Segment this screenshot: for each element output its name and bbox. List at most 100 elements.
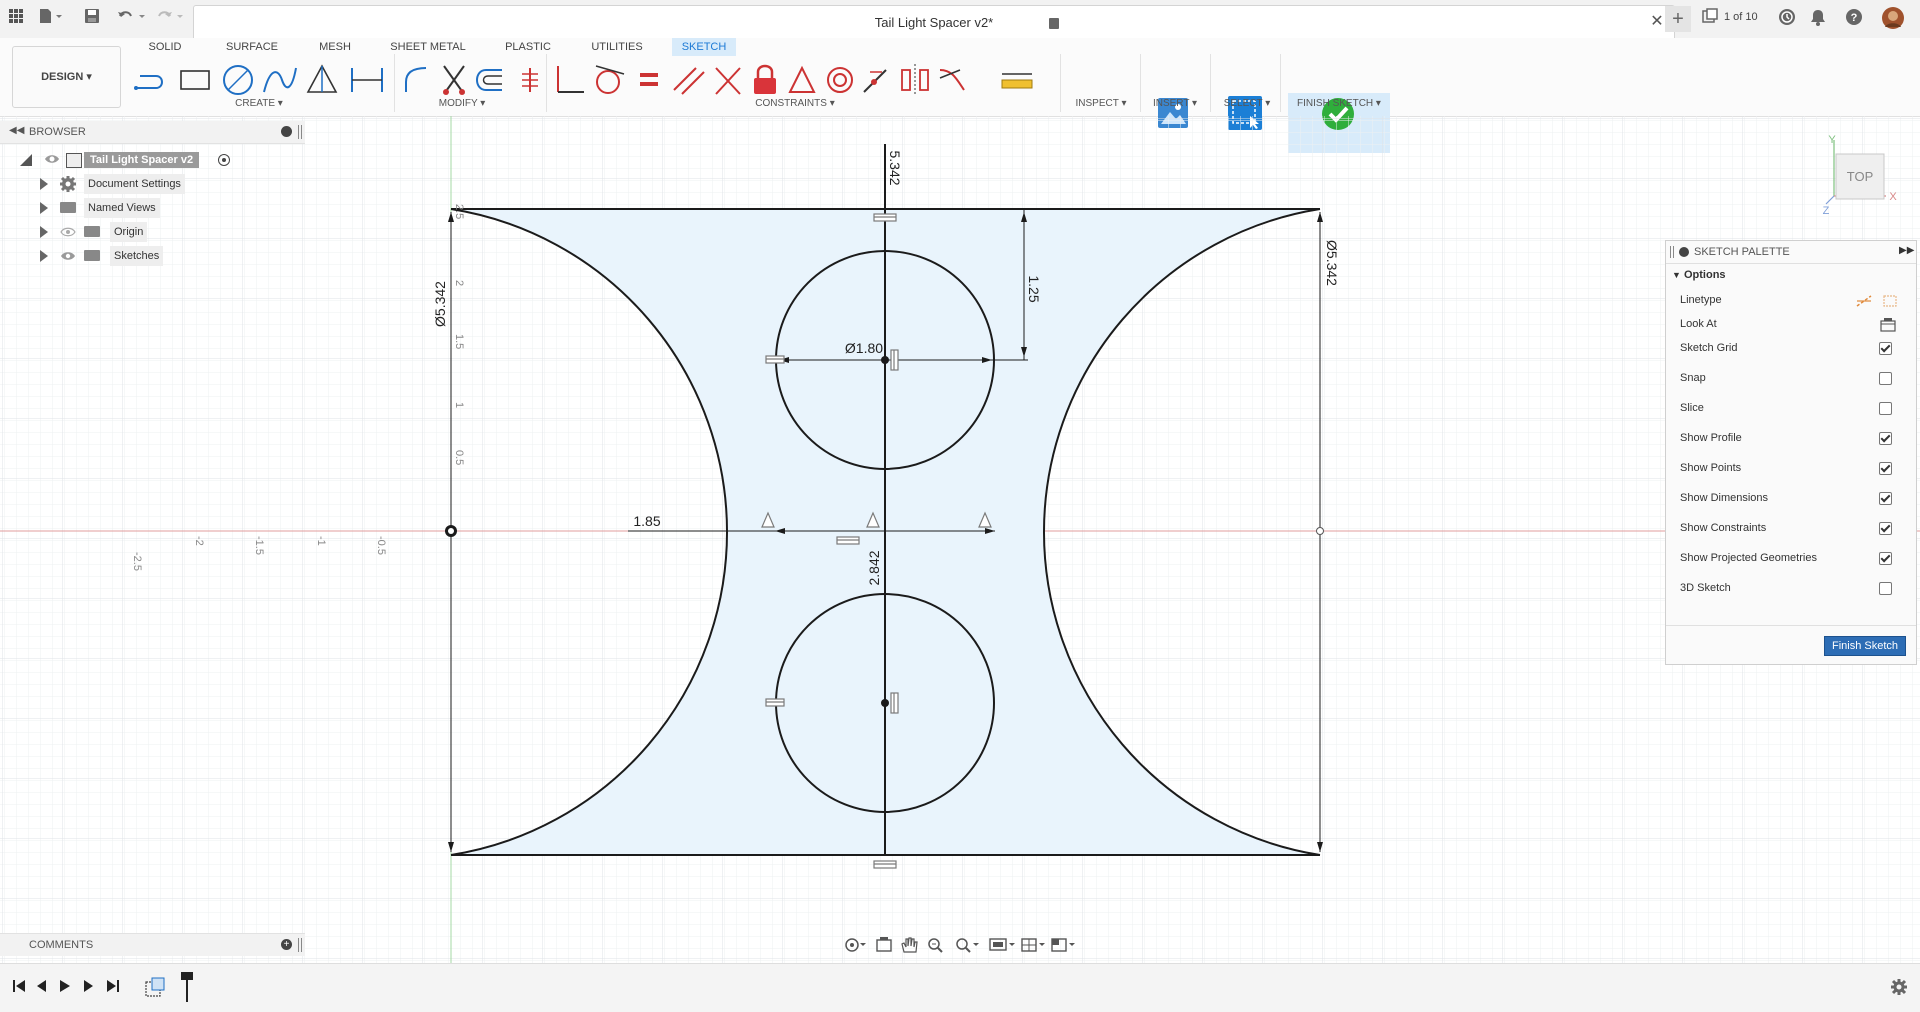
grid-settings-icon[interactable] <box>1021 938 1045 952</box>
orbit-icon[interactable] <box>845 938 866 952</box>
visibility-eye-icon[interactable] <box>44 151 60 174</box>
snap-checkbox[interactable] <box>1879 372 1892 385</box>
browser-item-named-views[interactable]: Named Views <box>36 198 246 218</box>
new-tab-icon[interactable]: + <box>1665 6 1691 32</box>
browser-minimize-icon[interactable] <box>281 126 292 137</box>
tab-surface[interactable]: SURFACE <box>222 38 282 56</box>
step-back-icon[interactable] <box>34 979 48 996</box>
show-dimensions-checkbox[interactable] <box>1879 492 1892 505</box>
palette-row-show-profile[interactable]: Show Profile <box>1680 426 1902 450</box>
version-counter[interactable]: 1 of 10 <box>1724 11 1758 23</box>
palette-row-sketch-grid[interactable]: Sketch Grid <box>1680 336 1902 360</box>
look-at-nav-icon[interactable] <box>876 937 892 952</box>
midpoint-icon[interactable] <box>715 67 741 95</box>
browser-item-sketches[interactable]: Sketches <box>36 246 246 266</box>
tab-utilities[interactable]: UTILITIES <box>588 38 646 56</box>
spline-icon[interactable] <box>263 67 297 93</box>
palette-row-show-dimensions[interactable]: Show Dimensions <box>1680 486 1902 510</box>
add-comment-icon[interactable]: + <box>281 939 292 950</box>
expand-root-icon[interactable] <box>20 154 32 166</box>
hidden-eye-icon[interactable] <box>60 225 76 246</box>
undo-icon[interactable] <box>117 8 147 30</box>
play-icon[interactable] <box>58 979 72 996</box>
symmetry-icon[interactable] <box>901 64 929 96</box>
dim-top[interactable]: 5.342 <box>887 150 903 185</box>
viewcube-face[interactable]: TOP <box>1847 169 1874 184</box>
timeline-marker[interactable] <box>181 972 193 1002</box>
coincident-icon[interactable] <box>522 68 538 92</box>
fix-lock-icon[interactable] <box>754 64 776 94</box>
tangent-icon[interactable] <box>595 65 625 94</box>
sketch-grid-checkbox[interactable] <box>1879 342 1892 355</box>
activate-radio-icon[interactable] <box>218 154 230 166</box>
options-section-header[interactable]: ▼ Options <box>1672 269 1726 281</box>
tab-sketch[interactable]: SKETCH <box>672 38 736 56</box>
3d-sketch-checkbox[interactable] <box>1879 582 1892 595</box>
collapse-browser-icon[interactable]: ◀◀ <box>9 125 24 136</box>
expand-triangle-icon[interactable] <box>40 226 48 238</box>
equal-icon[interactable] <box>640 73 658 86</box>
dim-arc-left[interactable]: Ø5.342 <box>432 281 448 327</box>
expand-triangle-icon[interactable] <box>40 250 48 262</box>
notifications-icon[interactable] <box>1810 8 1826 32</box>
comments-grip-icon[interactable] <box>298 938 302 952</box>
tab-sheet-metal[interactable]: SHEET METAL <box>388 38 468 56</box>
viewports-icon[interactable] <box>1051 938 1075 952</box>
concentric-icon[interactable] <box>827 67 853 93</box>
palette-row-snap[interactable]: Snap <box>1680 366 1902 390</box>
palette-grip-icon[interactable] <box>1670 246 1674 258</box>
zoom-icon[interactable] <box>928 938 943 953</box>
finish-sketch-menu[interactable]: FINISH SKETCH ▾ <box>1288 98 1390 109</box>
go-to-start-icon[interactable] <box>12 979 26 996</box>
palette-row-show-points[interactable]: Show Points <box>1680 456 1902 480</box>
palette-minimize-icon[interactable] <box>1679 247 1689 257</box>
help-icon[interactable]: ? <box>1845 8 1863 32</box>
palette-expand-icon[interactable]: ▶▶ <box>1899 245 1914 256</box>
polygon-icon[interactable] <box>306 64 338 93</box>
expand-triangle-icon[interactable] <box>40 178 48 190</box>
dimension-icon[interactable] <box>351 68 383 92</box>
offset-icon[interactable] <box>476 69 502 91</box>
document-tab[interactable]: Tail Light Spacer v2* ✕ <box>193 5 1675 39</box>
slice-checkbox[interactable] <box>1879 402 1892 415</box>
modify-menu[interactable]: MODIFY ▾ <box>427 98 497 109</box>
browser-item-document-settings[interactable]: Document Settings <box>36 174 246 194</box>
triangle-icon[interactable] <box>788 65 816 93</box>
rectangle-icon[interactable] <box>180 70 210 90</box>
dim-offset[interactable]: 1.25 <box>1026 275 1042 302</box>
palette-row-slice[interactable]: Slice <box>1680 396 1902 420</box>
app-grid-icon[interactable] <box>8 8 24 30</box>
dim-arc-right[interactable]: Ø5.342 <box>1324 240 1340 286</box>
version-icon[interactable] <box>1702 8 1718 30</box>
zoom-window-icon[interactable] <box>956 938 979 953</box>
show-projected-geometries-checkbox[interactable] <box>1879 552 1892 565</box>
collinear-icon[interactable] <box>863 69 887 93</box>
finish-sketch-button[interactable]: Finish Sketch <box>1824 636 1906 656</box>
arc-center-point[interactable] <box>1316 527 1324 535</box>
constraints-menu[interactable]: CONSTRAINTS ▾ <box>745 98 845 109</box>
inspect-menu[interactable]: INSPECT ▾ <box>1066 98 1136 109</box>
perpendicular-icon[interactable] <box>557 66 584 93</box>
palette-row-show-constraints[interactable]: Show Constraints <box>1680 516 1902 540</box>
fillet-icon[interactable] <box>405 67 427 92</box>
line-icon[interactable] <box>134 75 163 90</box>
select-menu[interactable]: SELECT ▾ <box>1212 98 1282 109</box>
palette-row-show-projected-geometries[interactable]: Show Projected Geometries <box>1680 546 1902 570</box>
job-status-icon[interactable] <box>1778 8 1796 32</box>
tab-solid[interactable]: SOLID <box>140 38 190 56</box>
show-points-checkbox[interactable] <box>1879 462 1892 475</box>
palette-row-3d-sketch[interactable]: 3D Sketch <box>1680 576 1902 600</box>
redo-icon[interactable] <box>157 8 187 30</box>
timeline-sketch-feature-icon[interactable] <box>144 976 166 1001</box>
circle-icon[interactable] <box>223 65 253 95</box>
dim-gap[interactable]: 1.85 <box>633 513 660 529</box>
curvature-icon[interactable] <box>939 69 965 91</box>
step-forward-icon[interactable] <box>82 979 96 996</box>
tab-plastic[interactable]: PLASTIC <box>500 38 556 56</box>
dim-height[interactable]: 2.842 <box>866 550 882 585</box>
expand-triangle-icon[interactable] <box>40 202 48 214</box>
create-menu[interactable]: CREATE ▾ <box>224 98 294 109</box>
timeline-settings-gear-icon[interactable] <box>1890 978 1908 999</box>
lower-center-point[interactable] <box>881 699 889 707</box>
show-profile-checkbox[interactable] <box>1879 432 1892 445</box>
